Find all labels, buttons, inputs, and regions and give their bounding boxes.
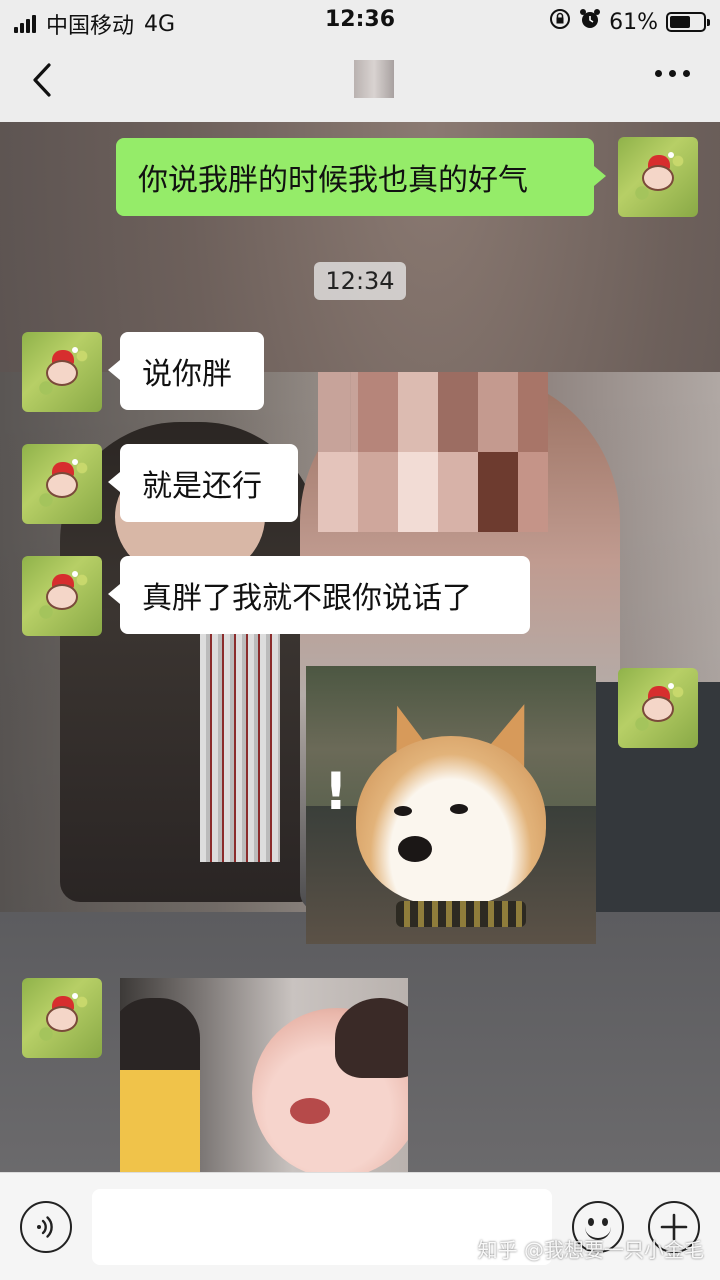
chat-title-redacted	[354, 60, 394, 98]
chat-area[interactable]: 你说我胖的时候我也真的好气 12:34 说你胖 就是还行 真胖了我就不跟你说话了…	[0, 122, 720, 1172]
sticker-child-left	[120, 998, 200, 1172]
battery-fill	[670, 16, 690, 28]
message-timestamp: 12:34	[314, 262, 406, 300]
avatar-self[interactable]	[618, 137, 698, 217]
message-bubble-sent[interactable]: 你说我胖的时候我也真的好气	[116, 138, 606, 216]
input-bar	[0, 1172, 720, 1280]
sticker-shiba-dog[interactable]: !	[306, 666, 596, 944]
message-bubble-received[interactable]: 真胖了我就不跟你说话了	[108, 556, 530, 634]
avatar-self[interactable]	[618, 668, 698, 748]
watermark-text: 知乎 @我想要一只小金毛	[477, 1238, 704, 1262]
chevron-left-icon[interactable]	[22, 58, 62, 102]
message-bubble-received[interactable]: 就是还行	[108, 444, 298, 522]
dog-collar	[396, 901, 526, 927]
status-bar: 中国移动 4G 12:36 61%	[0, 0, 720, 40]
sticker-crying-child[interactable]	[120, 978, 408, 1172]
sticker-exclamation-text: !	[324, 762, 348, 822]
alarm-icon	[579, 8, 601, 36]
sticker-child-hair	[335, 998, 408, 1078]
battery-icon	[666, 12, 710, 32]
message-bubble-received[interactable]: 说你胖	[108, 332, 264, 410]
dog-eye-right	[450, 804, 468, 814]
voice-icon[interactable]	[20, 1201, 72, 1253]
more-dots-icon[interactable]	[655, 70, 690, 77]
background-scarf	[200, 622, 280, 862]
dog-head	[356, 736, 546, 906]
avatar-contact[interactable]	[22, 444, 102, 524]
sticker-child-mouth	[290, 1098, 330, 1124]
avatar-contact[interactable]	[22, 978, 102, 1058]
avatar-contact[interactable]	[22, 556, 102, 636]
status-right: 61%	[549, 8, 710, 36]
avatar-contact[interactable]	[22, 332, 102, 412]
battery-percent: 61%	[609, 9, 658, 35]
dog-eye-left	[394, 806, 412, 816]
nav-bar	[0, 40, 720, 122]
background-pixelated-face-lower	[318, 452, 548, 532]
orientation-lock-icon	[549, 8, 571, 36]
dog-nose	[398, 836, 432, 862]
